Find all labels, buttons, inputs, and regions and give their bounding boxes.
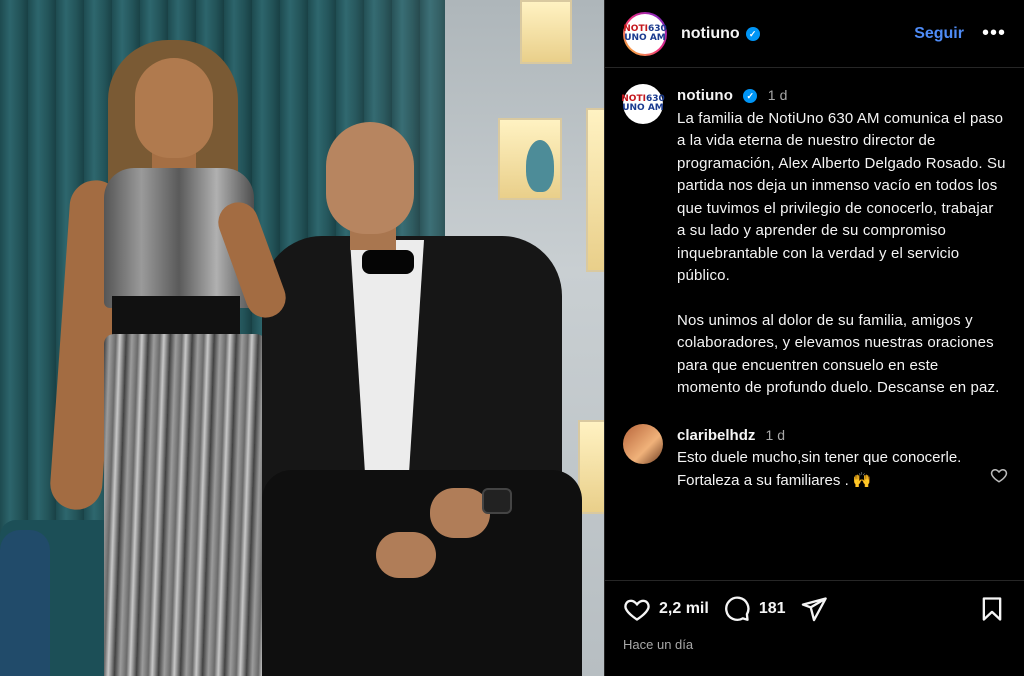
post-caption: NOTI630 UNO AM notiuno ✓ 1 d La familia … (621, 84, 1006, 400)
like-button[interactable]: 2,2 mil (623, 595, 723, 623)
post-photo[interactable] (0, 0, 604, 676)
save-button[interactable] (978, 595, 1006, 623)
comments-area[interactable]: NOTI630 UNO AM notiuno ✓ 1 d La familia … (605, 68, 1024, 580)
send-icon (801, 597, 827, 622)
post-actions: 2,2 mil 181 Hace un día (605, 580, 1024, 676)
verified-badge-icon: ✓ (745, 26, 760, 41)
notiuno-logo: NOTI630 UNO AM (623, 23, 667, 43)
vase (526, 140, 554, 192)
likes-count[interactable]: 2,2 mil (659, 600, 709, 618)
woman-dress-skirt (104, 334, 266, 676)
post-timestamp: Hace un día (623, 637, 694, 652)
caption-text: notiuno ✓ 1 d La familia de NotiUno 630 … (677, 84, 1006, 400)
man-bowtie (362, 250, 414, 274)
man-head (326, 122, 414, 234)
caption-paragraph: La familia de NotiUno 630 AM comunica el… (677, 109, 1006, 285)
man-hand (376, 532, 436, 578)
post-header: NOTI630 UNO AM notiuno ✓ Seguir ••• (605, 0, 1024, 68)
notiuno-logo: NOTI630 UNO AM (621, 94, 665, 113)
comment-button[interactable]: 181 (723, 595, 800, 623)
comment-bubble-icon (724, 596, 750, 621)
man-hand (430, 488, 490, 538)
comment-text: claribelhdz 1 d Esto duele mucho,sin ten… (677, 424, 977, 493)
caption-time: 1 d (767, 87, 788, 103)
man-watch (482, 488, 512, 514)
follow-button[interactable]: Seguir (914, 25, 964, 43)
wall-niche (586, 108, 604, 272)
comment-time: 1 d (765, 426, 785, 443)
header-username[interactable]: notiuno (681, 25, 740, 43)
share-button[interactable] (800, 595, 828, 623)
sofa-arm (0, 530, 50, 676)
verified-badge-icon: ✓ (743, 89, 758, 104)
comment-body: Esto duele mucho,sin tener que conocerle… (677, 449, 962, 489)
bookmark-icon (982, 597, 1002, 621)
more-options-icon[interactable]: ••• (982, 22, 1006, 45)
caption-avatar[interactable]: NOTI630 UNO AM (621, 84, 665, 124)
instagram-post-modal: NOTI630 UNO AM notiuno ✓ Seguir ••• NOTI… (0, 0, 1024, 676)
post-side-panel: NOTI630 UNO AM notiuno ✓ Seguir ••• NOTI… (604, 0, 1024, 676)
comment-username[interactable]: claribelhdz (677, 427, 755, 444)
woman-belt (112, 296, 240, 336)
caption-username[interactable]: notiuno (677, 87, 733, 104)
wall-niche (520, 0, 572, 64)
comment-like-heart-icon[interactable] (990, 466, 1008, 484)
caption-paragraph: Nos unimos al dolor de su familia, amigo… (677, 311, 1000, 397)
comments-count[interactable]: 181 (759, 600, 786, 618)
heart-icon (624, 599, 650, 621)
profile-avatar[interactable]: NOTI630 UNO AM (623, 12, 667, 56)
commenter-avatar[interactable] (623, 423, 663, 464)
woman-face (135, 58, 213, 158)
comment-item: claribelhdz 1 d Esto duele mucho,sin ten… (623, 423, 1008, 493)
